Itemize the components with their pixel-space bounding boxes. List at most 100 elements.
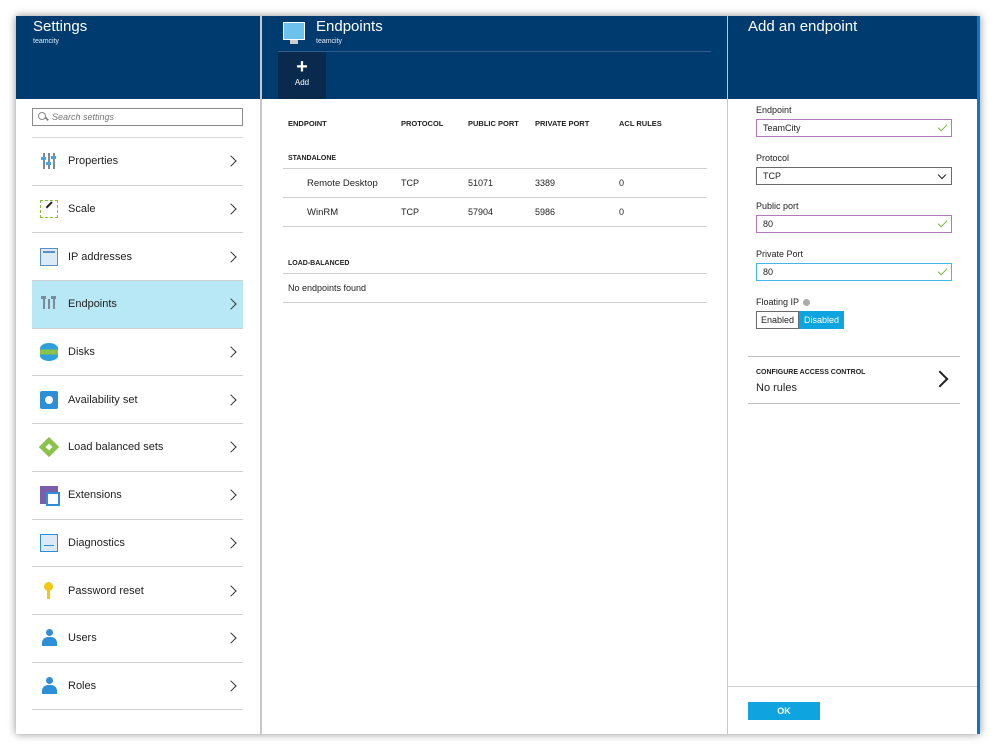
endpoint-public-port: 57904 [468, 207, 494, 217]
menu-label: Scale [68, 203, 96, 216]
table-row[interactable]: WinRM TCP 57904 5986 0 [283, 198, 707, 227]
availability-set-icon [40, 390, 58, 409]
chevron-right-icon [225, 584, 237, 597]
ok-button[interactable]: OK [748, 702, 820, 720]
footer-divider [728, 686, 980, 687]
diagnostics-icon [40, 533, 58, 552]
public-port-field[interactable]: 80 [756, 215, 952, 233]
command-bar-divider [278, 51, 711, 52]
endpoint-name: WinRM [307, 206, 339, 218]
floating-ip-disabled-option[interactable]: Disabled [799, 311, 845, 329]
public-port-value: 80 [763, 219, 774, 229]
disks-icon [40, 343, 58, 362]
floating-ip-toggle: Enabled Disabled [756, 311, 952, 329]
menu-item-diagnostics[interactable]: Diagnostics [32, 520, 243, 568]
settings-blade: Settings teamcity Properties Scale [16, 16, 262, 734]
menu-label: Load balanced sets [68, 441, 164, 454]
scroll-edge [977, 16, 980, 734]
chevron-right-icon [225, 537, 237, 549]
settings-header: Settings teamcity [16, 16, 260, 99]
endpoints-subtitle: teamcity [316, 38, 343, 45]
chevron-right-icon [225, 680, 237, 692]
endpoint-private-port: 5986 [535, 207, 556, 217]
search-input[interactable] [52, 112, 232, 122]
column-header: PUBLIC PORT [468, 119, 519, 128]
virtual-machine-icon [283, 22, 305, 44]
ip-addresses-icon [40, 247, 58, 266]
endpoint-name-value: TeamCity [763, 123, 801, 133]
endpoints-blade: Endpoints teamcity + Add ENDPOINT PROTOC… [262, 16, 728, 734]
endpoint-acl: 0 [619, 207, 625, 217]
add-endpoint-title: Add an endpoint [748, 18, 858, 35]
private-port-field[interactable]: 80 [756, 263, 952, 281]
menu-item-properties[interactable]: Properties [32, 138, 243, 186]
chevron-right-icon [931, 370, 949, 388]
chevron-right-icon [225, 632, 237, 644]
check-icon [937, 217, 948, 228]
empty-message: No endpoints found [283, 274, 707, 303]
menu-item-extensions[interactable]: Extensions [32, 472, 243, 520]
floating-ip-label: Floating IP [756, 297, 799, 307]
menu-label: Disks [68, 346, 95, 359]
endpoint-public-port: 51071 [468, 178, 494, 188]
floating-ip-label-row: Floating IP [756, 297, 952, 307]
menu-item-scale[interactable]: Scale [32, 186, 243, 234]
column-header: PROTOCOL [401, 119, 444, 128]
search-box[interactable] [32, 108, 243, 126]
chevron-right-icon [225, 155, 237, 168]
chevron-right-icon [225, 441, 237, 454]
protocol-label: Protocol [756, 153, 790, 163]
extensions-icon [40, 486, 60, 507]
private-port-label: Private Port [756, 249, 804, 259]
configure-access-control[interactable]: CONFIGURE ACCESS CONTROL No rules [748, 356, 960, 404]
add-endpoint-blade: Add an endpoint Endpoint TeamCity Protoc… [728, 16, 980, 734]
menu-item-load-balanced-sets[interactable]: Load balanced sets [32, 424, 243, 472]
roles-icon [40, 676, 58, 695]
menu-item-endpoints[interactable]: Endpoints [32, 281, 243, 329]
chevron-down-icon [937, 170, 947, 180]
menu-label: Extensions [68, 489, 122, 502]
add-endpoint-header: Add an endpoint [728, 16, 980, 99]
menu-item-password-reset[interactable]: Password reset [32, 567, 243, 615]
add-endpoint-button[interactable]: + Add [278, 52, 326, 99]
chevron-right-icon [225, 251, 237, 263]
info-icon[interactable] [803, 299, 811, 307]
public-port-label: Public port [756, 201, 799, 211]
menu-item-users[interactable]: Users [32, 615, 243, 663]
menu-label: Properties [68, 155, 119, 168]
chevron-right-icon [225, 298, 237, 311]
menu-label: Users [68, 632, 97, 645]
check-icon [937, 265, 948, 276]
endpoint-label: Endpoint [756, 105, 792, 115]
settings-subtitle: teamcity [33, 38, 60, 45]
acl-value: No rules [756, 382, 797, 394]
section-standalone: STANDALONE [283, 147, 707, 169]
menu-label: Availability set [68, 393, 138, 406]
menu-label: IP addresses [68, 250, 133, 263]
protocol-select[interactable]: TCP [756, 167, 952, 185]
menu-item-availability-set[interactable]: Availability set [32, 376, 243, 425]
scale-icon [40, 200, 58, 219]
table-header: ENDPOINT PROTOCOL PUBLIC PORT PRIVATE PO… [283, 112, 707, 135]
menu-item-disks[interactable]: Disks [32, 329, 243, 377]
chevron-right-icon [225, 346, 237, 358]
column-header: PRIVATE PORT [535, 119, 590, 128]
floating-ip-enabled-option[interactable]: Enabled [756, 311, 800, 329]
menu-label: Diagnostics [68, 536, 125, 549]
search-icon [38, 112, 48, 122]
table-row[interactable]: Remote Desktop TCP 51071 3389 0 [283, 169, 707, 198]
endpoint-name-field[interactable]: TeamCity [756, 119, 952, 137]
portal-window: Settings teamcity Properties Scale [16, 16, 980, 734]
add-label: Add [294, 78, 310, 87]
endpoint-protocol: TCP [401, 207, 419, 217]
section-load-balanced: LOAD-BALANCED [283, 252, 707, 274]
menu-label: Password reset [68, 584, 144, 597]
menu-item-ip-addresses[interactable]: IP addresses [32, 233, 243, 282]
endpoints-title: Endpoints [316, 18, 383, 35]
endpoint-protocol: TCP [401, 178, 419, 188]
endpoints-icon [40, 295, 58, 313]
menu-item-roles[interactable]: Roles [32, 663, 243, 711]
users-icon [40, 629, 58, 647]
endpoints-table: ENDPOINT PROTOCOL PUBLIC PORT PRIVATE PO… [283, 112, 707, 303]
settings-title: Settings [33, 18, 88, 35]
